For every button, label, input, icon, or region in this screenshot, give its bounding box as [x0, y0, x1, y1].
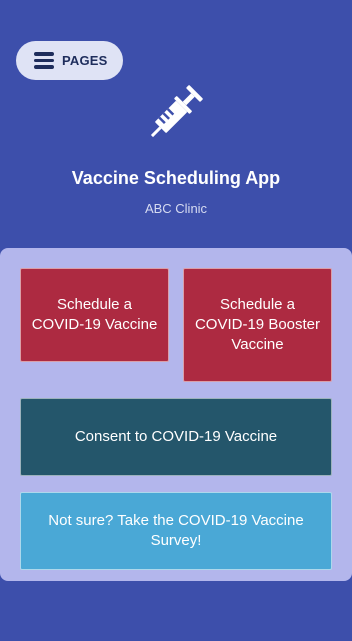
app-title: Vaccine Scheduling App [71, 168, 281, 188]
schedule-vaccine-label: Schedule a COVID-19 Vaccine [31, 296, 158, 333]
actions-panel: Schedule a COVID-19 Vaccine Schedule a C… [0, 248, 352, 581]
schedule-booster-button[interactable]: Schedule a COVID-19 Booster Vaccine [183, 268, 332, 382]
consent-label: Consent to COVID-19 Vaccine [74, 428, 278, 445]
syringe-icon [150, 85, 203, 138]
hamburger-icon [34, 52, 54, 69]
clinic-name: ABC Clinic [144, 201, 208, 216]
schedule-vaccine-button[interactable]: Schedule a COVID-19 Vaccine [20, 268, 169, 362]
pages-menu-button[interactable]: PAGES [16, 41, 123, 80]
consent-button[interactable]: Consent to COVID-19 Vaccine [20, 398, 332, 476]
survey-label: Not sure? Take the COVID-19 Vaccine Surv… [48, 512, 304, 549]
survey-button[interactable]: Not sure? Take the COVID-19 Vaccine Surv… [20, 492, 332, 570]
pages-label: PAGES [62, 53, 108, 68]
schedule-booster-label: Schedule a COVID-19 Booster Vaccine [194, 296, 321, 353]
